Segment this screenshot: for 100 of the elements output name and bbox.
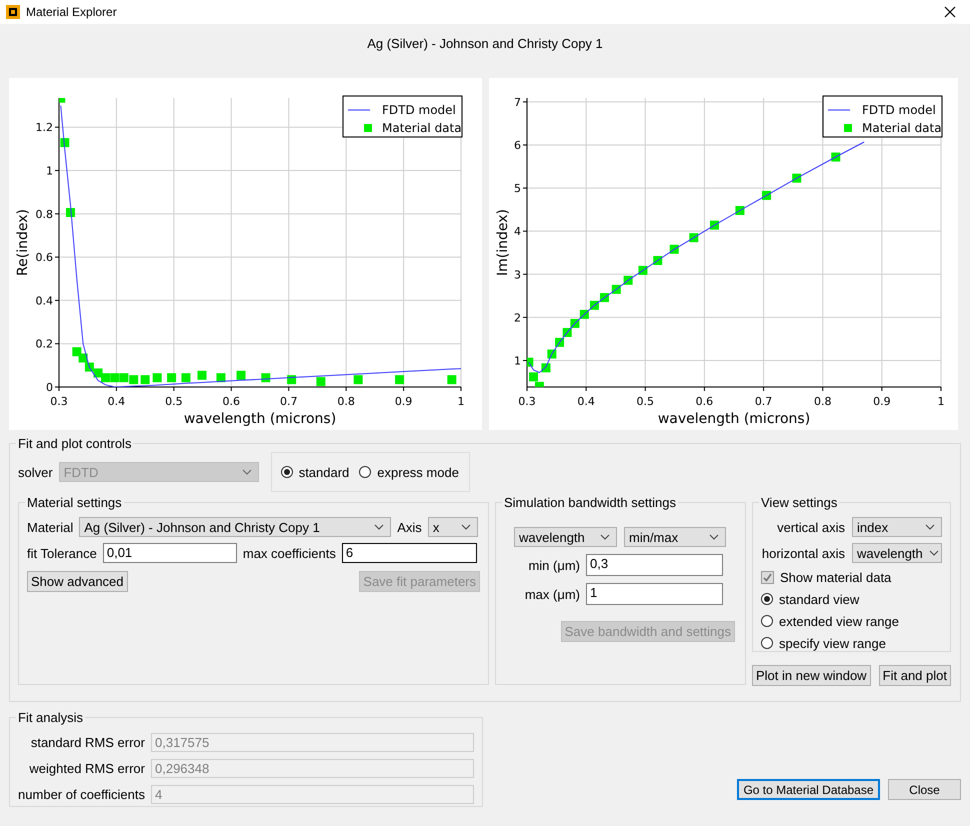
plot-button[interactable]: Plot in new window — [752, 665, 871, 686]
field-label: solver — [18, 464, 53, 480]
tick-label: 0.9 — [873, 395, 891, 408]
tick-label: 0.2 — [36, 338, 53, 351]
field-label: min (μm) — [527, 558, 580, 572]
input-field[interactable]: 0,01 — [102, 543, 237, 563]
legend-label: Material data — [862, 121, 942, 135]
data-point — [59, 98, 66, 103]
check-icon — [762, 572, 773, 582]
radio-button[interactable] — [761, 637, 773, 649]
data-point — [101, 373, 110, 382]
range-dropdown[interactable]: min/max — [624, 527, 726, 547]
field-label: vertical axis — [777, 520, 845, 534]
data-point — [287, 375, 296, 384]
data-point — [119, 373, 128, 382]
plot-button[interactable]: Fit and plot — [878, 665, 951, 686]
readonly-field: 0,317575 — [151, 732, 474, 752]
window-title: Material Explorer — [26, 5, 118, 19]
data-point — [447, 375, 456, 384]
readonly-field: 0,296348 — [151, 758, 474, 778]
field-label: number of coefficients — [18, 786, 145, 802]
show-data-checkbox[interactable]: Show material data — [761, 566, 942, 588]
tick-label: 1 — [458, 395, 464, 408]
tick-label: 7 — [514, 96, 521, 109]
field-label: horizontal axis — [762, 546, 845, 560]
legend-label: Material data — [382, 121, 462, 135]
readonly-field: 4 — [151, 784, 474, 804]
tick-label: 1 — [938, 395, 944, 408]
tick-label: 0.6 — [36, 251, 53, 264]
radio-button[interactable] — [359, 466, 372, 478]
radio-option[interactable]: express mode — [359, 461, 459, 483]
legend-marker-icon — [844, 124, 852, 132]
field-label: Material — [27, 520, 74, 534]
tick-label: 1 — [46, 164, 53, 178]
radio-button[interactable] — [280, 466, 293, 478]
radio-option[interactable]: specify view range — [761, 632, 942, 654]
axis-dropdown[interactable]: index — [852, 517, 942, 537]
tick-label: 0.5 — [636, 395, 654, 408]
tick-label: 2 — [514, 311, 521, 324]
dialog-button[interactable]: Close — [888, 779, 961, 800]
input-field[interactable]: 1 — [586, 583, 723, 605]
tick-label: 0.6 — [222, 395, 240, 408]
data-point — [110, 373, 120, 382]
group-title: Material settings — [26, 495, 123, 510]
tick-label: 0.7 — [754, 395, 772, 408]
chevron-icon — [928, 550, 939, 556]
chevron-icon — [600, 534, 610, 540]
data-point — [527, 358, 534, 367]
group-title: View settings — [760, 495, 838, 510]
y-axis-label: Re(index) — [15, 209, 31, 276]
axis-dropdown[interactable]: x — [428, 517, 478, 537]
action-button[interactable]: Show advanced — [27, 570, 128, 592]
tick-label: 0.8 — [337, 395, 355, 408]
data-point — [72, 347, 82, 356]
tick-label: 0.5 — [165, 395, 183, 408]
radio-option[interactable]: standard view — [761, 588, 942, 610]
legend-marker-icon — [364, 124, 372, 132]
radio-button[interactable] — [761, 615, 773, 627]
axis-dropdown[interactable]: wavelength — [852, 543, 942, 563]
group-title: Fit analysis — [17, 710, 84, 725]
x-axis-label: wavelength (microns) — [184, 411, 336, 427]
data-point — [395, 375, 404, 384]
input-field[interactable]: 0,3 — [586, 554, 723, 576]
tick-label: 0.8 — [36, 208, 53, 221]
chevron-icon — [460, 524, 471, 530]
tick-label: 0.6 — [696, 395, 714, 408]
chevron-icon — [709, 534, 719, 540]
field-label: fit Tolerance — [27, 546, 97, 560]
dialog-button[interactable]: Go to Material Database — [737, 779, 880, 800]
close-icon[interactable] — [944, 6, 956, 18]
tick-label: 6 — [514, 138, 521, 152]
tick-label: 1 — [514, 354, 521, 368]
tick-label: 0 — [46, 381, 53, 394]
quantity-dropdown[interactable]: wavelength — [514, 527, 617, 547]
input-field[interactable]: 6 — [342, 543, 477, 563]
tick-label: 0.3 — [518, 395, 536, 408]
tick-label: 0.7 — [280, 395, 298, 408]
tick-label: 3 — [514, 268, 521, 282]
x-axis-label: wavelength (microns) — [658, 411, 810, 427]
data-point — [140, 375, 150, 384]
tick-label: 5 — [514, 182, 521, 196]
field-label: Axis — [397, 520, 422, 534]
legend-label: FDTD model — [862, 103, 936, 117]
data-point — [316, 377, 326, 386]
data-point — [181, 373, 190, 382]
radio-option[interactable]: extended view range — [761, 610, 942, 632]
tick-label: 0.8 — [814, 395, 832, 408]
radio-option[interactable]: standard — [280, 461, 350, 483]
field-label: max (μm) — [524, 586, 580, 602]
tick-label: 1.2 — [36, 121, 53, 134]
tick-label: 0.3 — [50, 395, 68, 408]
tick-label: 0.9 — [394, 395, 412, 408]
tick-label: 4 — [514, 225, 521, 238]
chevron-icon — [374, 524, 384, 530]
data-point — [152, 373, 162, 382]
field-label: weighted RMS error — [28, 760, 145, 776]
radio-button[interactable] — [761, 593, 773, 605]
field-label: standard RMS error — [30, 734, 145, 750]
material-dropdown[interactable]: Ag (Silver) - Johnson and Christy Copy 1 — [79, 517, 392, 537]
app-icon — [6, 5, 20, 19]
